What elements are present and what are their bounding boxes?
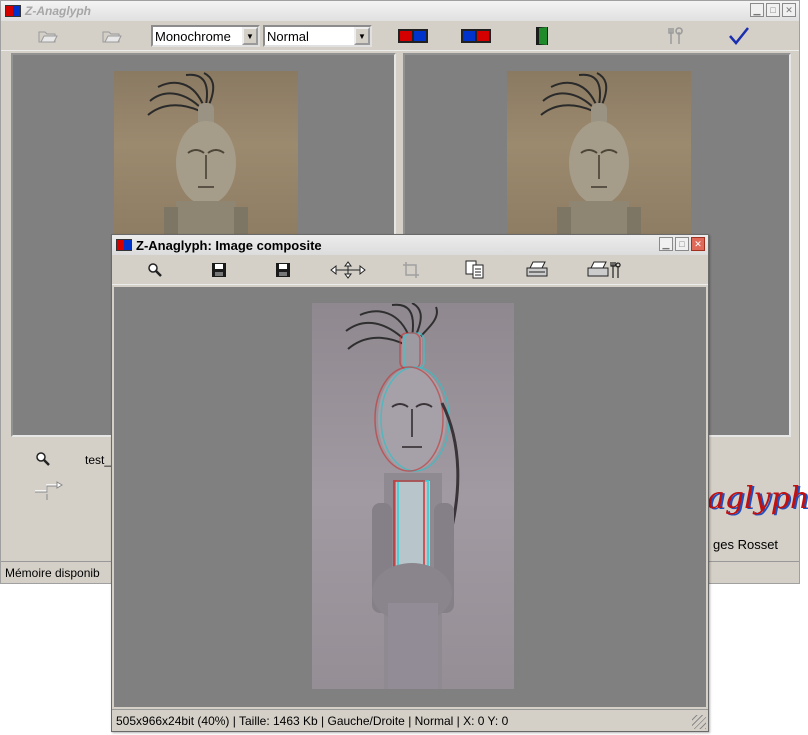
copy-icon — [465, 260, 484, 279]
glasses-red-blue-button[interactable] — [396, 24, 430, 48]
glasses-red-blue-icon — [398, 29, 428, 43]
composite-title: Z-Anaglyph: Image composite — [136, 237, 322, 253]
copy-button[interactable] — [462, 258, 488, 282]
filter-select[interactable]: Normal ▼ — [263, 25, 372, 47]
folder-open-icon — [38, 31, 58, 43]
filter-select-value: Normal — [267, 28, 309, 44]
close-button[interactable]: ✕ — [782, 3, 796, 17]
composite-window: Z-Anaglyph: Image composite ▁ □ ✕ 505x96… — [111, 234, 709, 732]
swap-button[interactable] — [33, 479, 65, 504]
minimize-button[interactable]: ▁ — [750, 3, 764, 17]
open-right-button[interactable] — [99, 24, 125, 48]
composite-toolbar — [112, 255, 708, 285]
right-image — [507, 71, 691, 255]
glasses-blue-red-icon — [461, 29, 491, 43]
glasses-blue-red-button[interactable] — [459, 24, 493, 48]
memory-status: Mémoire disponib — [5, 565, 100, 580]
left-file-name: test_ — [85, 453, 112, 467]
crop-button[interactable] — [398, 258, 424, 282]
anaglyph-image — [312, 303, 514, 689]
mode-select[interactable]: Monochrome ▼ — [151, 25, 260, 47]
save-as-button[interactable] — [270, 258, 296, 282]
tools-icon — [668, 27, 683, 44]
save-icon — [212, 263, 226, 277]
statue-photo-right — [540, 72, 641, 255]
swap-arrows-icon — [35, 481, 63, 500]
main-toolbar: Monochrome ▼ Normal ▼ — [1, 21, 799, 51]
move-icon — [330, 261, 366, 279]
print-icon — [526, 261, 548, 277]
exit-door-icon — [536, 27, 548, 45]
print-setup-icon — [587, 261, 621, 278]
composite-statusbar: 505x966x24bit (40%) | Taille: 1463 Kb | … — [112, 709, 708, 731]
print-button[interactable] — [524, 258, 550, 282]
composite-canvas[interactable] — [114, 287, 706, 707]
app-icon — [5, 5, 21, 17]
maximize-button[interactable]: □ — [675, 237, 689, 251]
maximize-button[interactable]: □ — [766, 3, 780, 17]
exit-button[interactable] — [529, 24, 555, 48]
composite-titlebar[interactable]: Z-Anaglyph: Image composite ▁ □ ✕ — [112, 235, 708, 255]
checkmark-icon — [729, 27, 749, 45]
left-image — [114, 71, 298, 255]
main-titlebar[interactable]: Z-Anaglyph ▁ □ ✕ — [1, 1, 799, 21]
zoom-button[interactable] — [142, 258, 168, 282]
save-button[interactable] — [206, 258, 232, 282]
save-as-icon — [276, 263, 290, 277]
chevron-down-icon: ▼ — [242, 27, 258, 45]
folder-open-icon — [102, 31, 122, 43]
crop-icon — [403, 262, 419, 278]
chevron-down-icon: ▼ — [354, 27, 370, 45]
statue-anaglyph — [345, 303, 460, 689]
move-button[interactable] — [328, 258, 368, 282]
zoom-left-button[interactable] — [35, 451, 51, 470]
settings-button[interactable] — [662, 24, 688, 48]
author-credit: ges Rosset — [713, 537, 779, 552]
statue-photo-left — [147, 72, 248, 255]
image-info-status: 505x966x24bit (40%) | Taille: 1463 Kb | … — [116, 713, 509, 728]
minimize-button[interactable]: ▁ — [659, 237, 673, 251]
main-title: Z-Anaglyph — [25, 4, 91, 18]
ok-button[interactable] — [726, 24, 752, 48]
zoom-icon — [148, 263, 162, 277]
print-setup-button[interactable] — [586, 258, 622, 282]
open-left-button[interactable] — [35, 24, 61, 48]
close-button[interactable]: ✕ — [691, 237, 705, 251]
app-icon — [116, 239, 132, 251]
app-logo: aglyph — [707, 481, 808, 516]
resize-grip[interactable] — [692, 715, 706, 729]
zoom-icon — [36, 452, 50, 466]
mode-select-value: Monochrome — [155, 28, 231, 44]
